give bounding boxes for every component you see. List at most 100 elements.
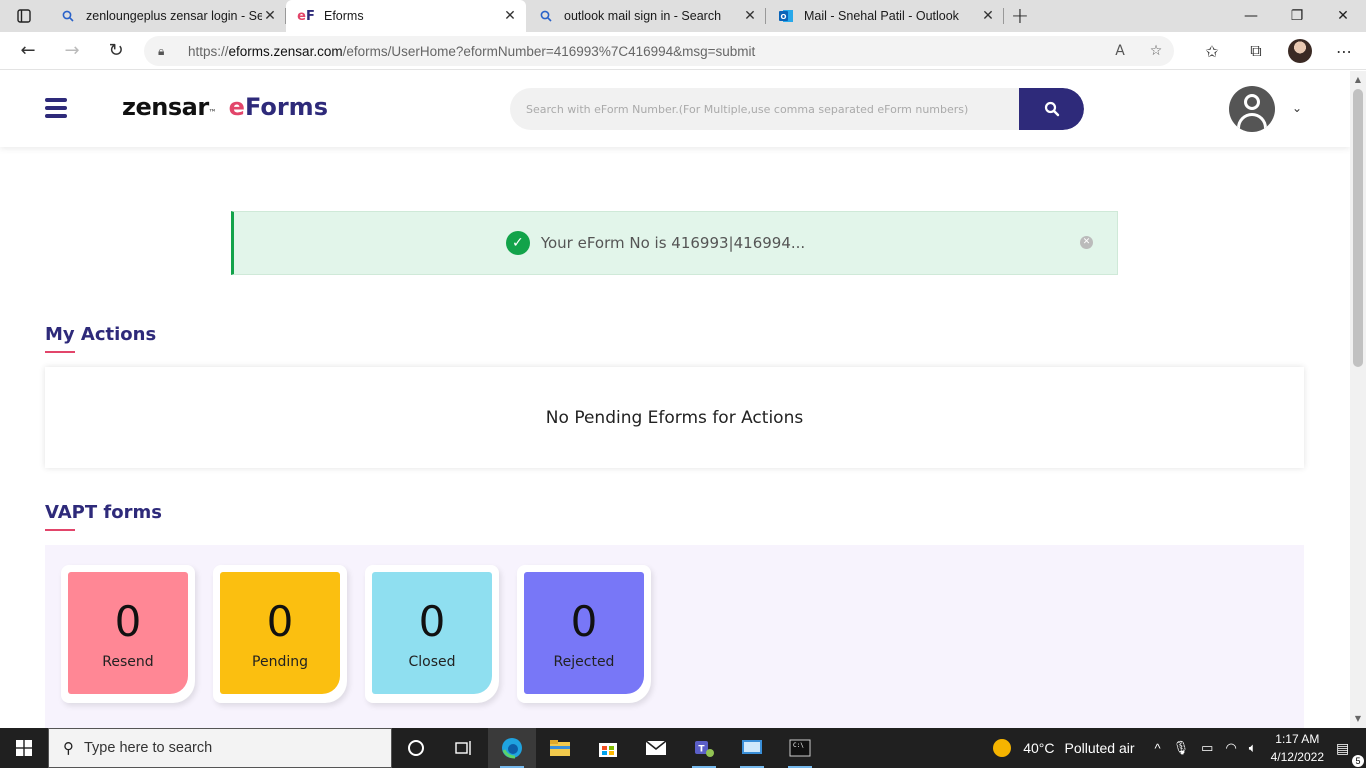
collections-icon[interactable]: ⧉ bbox=[1234, 32, 1278, 70]
taskbar-search-box[interactable]: ⚲ Type here to search bbox=[48, 728, 392, 768]
close-alert-icon[interactable]: ✕ bbox=[1080, 236, 1093, 249]
logo-tm: ™ bbox=[208, 108, 217, 117]
close-tab-icon[interactable]: ✕ bbox=[262, 8, 278, 24]
minimize-button[interactable]: — bbox=[1228, 0, 1274, 32]
refresh-button[interactable]: ↻ bbox=[94, 32, 138, 70]
sun-icon bbox=[993, 739, 1012, 757]
search-icon bbox=[60, 8, 76, 24]
vapt-forms-title: VAPT forms bbox=[45, 502, 162, 531]
page-scrollbar[interactable]: ▲ ▼ bbox=[1350, 71, 1366, 728]
back-button[interactable]: ← bbox=[6, 32, 50, 70]
card-count: 0 bbox=[266, 597, 294, 646]
chevron-up-icon[interactable]: ^ bbox=[1155, 741, 1161, 756]
eform-search-input[interactable] bbox=[510, 88, 1020, 130]
microphone-icon[interactable]: 🎙︎ bbox=[1173, 740, 1190, 756]
lock-icon[interactable]: 🔒︎ bbox=[158, 44, 172, 59]
notification-count: 5 bbox=[1352, 754, 1364, 767]
logo-e: e bbox=[228, 93, 245, 121]
battery-icon[interactable]: ▭ bbox=[1201, 740, 1213, 756]
close-tab-icon[interactable]: ✕ bbox=[502, 8, 518, 24]
remote-desktop-icon[interactable] bbox=[728, 728, 776, 768]
browser-tab-2[interactable]: eF Eforms ✕ bbox=[286, 0, 526, 32]
card-color-block: 0 Pending bbox=[220, 572, 340, 694]
card-color-block: 0 Closed bbox=[372, 572, 492, 694]
close-window-button[interactable]: ✕ bbox=[1320, 0, 1366, 32]
tab-title: zenloungeplus zensar login - Sea bbox=[86, 9, 262, 23]
card-count: 0 bbox=[570, 597, 598, 646]
clock-time: 1:17 AM bbox=[1275, 732, 1320, 746]
close-tab-icon[interactable]: ✕ bbox=[742, 8, 758, 24]
add-favorite-icon[interactable]: ☆ bbox=[1138, 43, 1174, 59]
check-circle-icon: ✓ bbox=[505, 231, 530, 255]
mail-icon[interactable] bbox=[632, 728, 680, 768]
svg-text:C:\: C:\ bbox=[793, 742, 804, 749]
read-aloud-icon[interactable]: A bbox=[1102, 43, 1138, 59]
vapt-card-resend[interactable]: 0 Resend bbox=[61, 565, 195, 703]
scrollbar-thumb[interactable] bbox=[1353, 89, 1363, 367]
profile-avatar bbox=[1288, 39, 1312, 63]
tab-title: Mail - Snehal Patil - Outlook bbox=[804, 9, 959, 23]
url-text[interactable]: https://eforms.zensar.com/eforms/UserHom… bbox=[188, 44, 1102, 59]
task-view-icon[interactable] bbox=[440, 728, 488, 768]
card-count: 0 bbox=[418, 597, 446, 646]
tab-title: outlook mail sign in - Search bbox=[564, 9, 722, 23]
vapt-forms-panel: 0 Resend 0 Pending 0 Closed 0 Rejected bbox=[45, 545, 1304, 728]
restore-button[interactable]: ❐ bbox=[1274, 0, 1320, 32]
notification-center-icon[interactable]: ▤ 5 bbox=[1336, 740, 1366, 767]
app-header: zensar ™ e Forms ⌄ bbox=[0, 71, 1350, 147]
windows-logo-icon bbox=[16, 740, 32, 756]
empty-actions-message: No Pending Eforms for Actions bbox=[545, 407, 804, 428]
more-options-icon[interactable]: ⋯ bbox=[1322, 32, 1366, 70]
page-content: zensar ™ e Forms ⌄ ✓ Your eForm No is 41… bbox=[0, 71, 1350, 728]
menu-icon[interactable] bbox=[45, 98, 67, 118]
weather-temp: 40°C bbox=[1023, 740, 1055, 756]
teams-icon[interactable]: T bbox=[680, 728, 728, 768]
user-avatar[interactable] bbox=[1229, 86, 1275, 132]
system-clock[interactable]: 1:17 AM 4/12/2022 bbox=[1271, 730, 1324, 766]
profile-button[interactable] bbox=[1278, 32, 1322, 70]
forward-button[interactable]: → bbox=[50, 32, 94, 70]
close-tab-icon[interactable]: ✕ bbox=[980, 8, 996, 24]
search-button[interactable] bbox=[1019, 88, 1084, 130]
browser-tab-3[interactable]: outlook mail sign in - Search ✕ bbox=[526, 0, 766, 32]
outlook-icon: O bbox=[778, 8, 794, 24]
browser-tab-4[interactable]: O Mail - Snehal Patil - Outlook ✕ bbox=[766, 0, 1004, 32]
eform-search bbox=[510, 88, 1084, 130]
card-label: Pending bbox=[252, 654, 308, 670]
zensar-eforms-logo[interactable]: zensar ™ e Forms bbox=[122, 93, 328, 121]
system-tray: 40°C Polluted air ^ 🎙︎ ▭ ◠ 🔈︎ 1:17 AM 4/… bbox=[993, 728, 1366, 768]
vapt-card-pending[interactable]: 0 Pending bbox=[213, 565, 347, 703]
scroll-up-arrow-icon[interactable]: ▲ bbox=[1350, 73, 1366, 87]
volume-icon[interactable]: 🔈︎ bbox=[1249, 740, 1257, 756]
alert-message: Your eForm No is 416993|416994... bbox=[540, 234, 806, 252]
command-prompt-icon[interactable]: C:\ bbox=[776, 728, 824, 768]
new-tab-button[interactable]: + bbox=[1004, 0, 1036, 32]
browser-tab-1[interactable]: zenloungeplus zensar login - Sea ✕ bbox=[48, 0, 286, 32]
card-color-block: 0 Rejected bbox=[524, 572, 644, 694]
svg-text:T: T bbox=[698, 745, 705, 755]
favorites-icon[interactable]: ✩ bbox=[1190, 32, 1234, 70]
tab-actions-icon bbox=[17, 9, 31, 23]
logo-zensar: zensar bbox=[122, 93, 209, 121]
card-count: 0 bbox=[114, 597, 142, 646]
vapt-card-rejected[interactable]: 0 Rejected bbox=[517, 565, 651, 703]
card-label: Closed bbox=[408, 654, 456, 670]
address-bar[interactable]: 🔒︎ https://eforms.zensar.com/eforms/User… bbox=[144, 36, 1174, 66]
browser-toolbar: ← → ↻ 🔒︎ https://eforms.zensar.com/eform… bbox=[0, 32, 1366, 70]
scroll-down-arrow-icon[interactable]: ▼ bbox=[1350, 712, 1366, 726]
vapt-card-closed[interactable]: 0 Closed bbox=[365, 565, 499, 703]
card-label: Rejected bbox=[553, 654, 615, 670]
start-button[interactable] bbox=[0, 728, 48, 768]
cortana-icon[interactable] bbox=[392, 728, 440, 768]
windows-taskbar: ⚲ Type here to search T C:\ 40°C Pollute… bbox=[0, 728, 1366, 768]
tab-title: Eforms bbox=[324, 9, 364, 23]
chevron-down-icon[interactable]: ⌄ bbox=[1292, 101, 1302, 115]
wifi-icon[interactable]: ◠ bbox=[1225, 740, 1236, 756]
file-explorer-icon[interactable] bbox=[536, 728, 584, 768]
weather-widget[interactable]: 40°C Polluted air bbox=[993, 739, 1135, 757]
microsoft-store-icon[interactable] bbox=[584, 728, 632, 768]
edge-browser-icon[interactable] bbox=[488, 728, 536, 768]
tab-actions-button[interactable] bbox=[0, 0, 48, 32]
taskbar-search-text: Type here to search bbox=[84, 740, 213, 756]
card-color-block: 0 Resend bbox=[68, 572, 188, 694]
